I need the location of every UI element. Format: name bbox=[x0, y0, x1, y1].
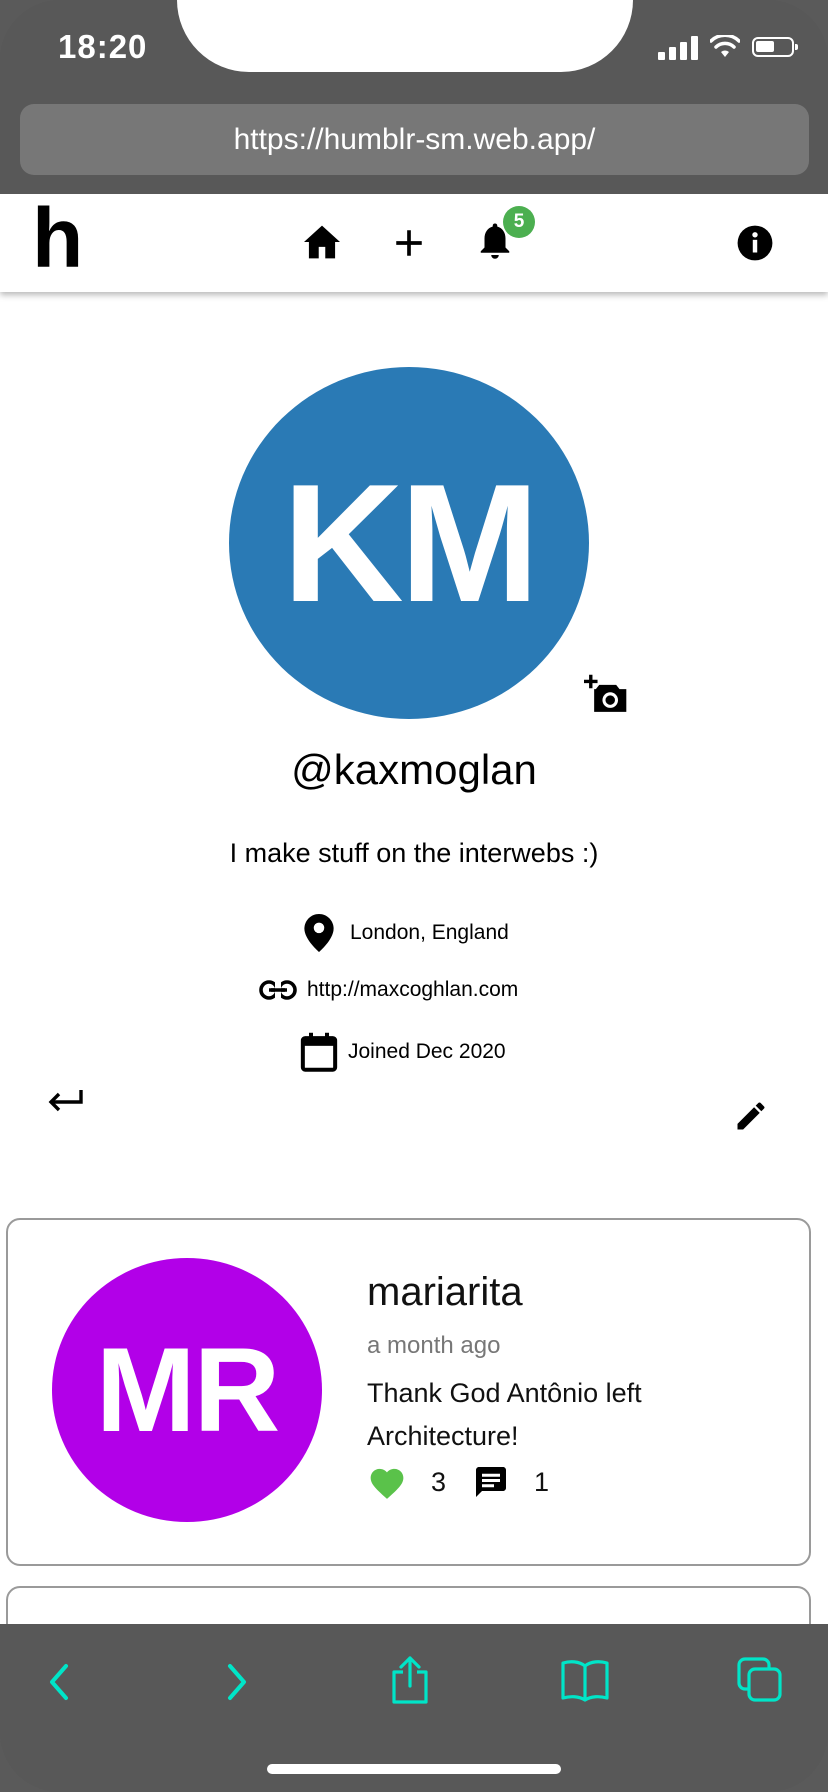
heart-icon[interactable] bbox=[367, 1464, 407, 1500]
calendar-icon bbox=[300, 1032, 338, 1072]
location-text: London, England bbox=[350, 921, 509, 944]
change-avatar-button[interactable] bbox=[584, 674, 628, 716]
status-icons bbox=[658, 34, 798, 60]
edit-profile-button[interactable] bbox=[733, 1098, 769, 1134]
app-navbar: h 5 bbox=[0, 194, 828, 292]
post-timestamp: a month ago bbox=[367, 1332, 501, 1359]
post-actions: 3 1 bbox=[367, 1464, 549, 1500]
profile-joined: Joined Dec 2020 bbox=[300, 1032, 506, 1072]
humblr-logo[interactable]: h bbox=[32, 196, 83, 280]
home-indicator bbox=[267, 1764, 561, 1774]
post-author-avatar[interactable]: MR bbox=[52, 1258, 322, 1522]
post-card[interactable]: MR mariarita a month ago Thank God Antôn… bbox=[6, 1218, 811, 1566]
post-card[interactable] bbox=[6, 1586, 811, 1624]
info-icon bbox=[737, 225, 773, 261]
profile-location: London, England bbox=[304, 914, 509, 952]
device-notch bbox=[177, 0, 633, 72]
profile-bio: I make stuff on the interwebs :) bbox=[229, 838, 599, 868]
logout-button[interactable] bbox=[46, 1086, 84, 1114]
joined-text: Joined Dec 2020 bbox=[348, 1040, 506, 1063]
location-pin-icon bbox=[304, 914, 334, 952]
bookmarks-icon[interactable] bbox=[560, 1658, 610, 1702]
new-post-button[interactable] bbox=[392, 226, 426, 260]
return-icon bbox=[48, 1090, 83, 1112]
share-icon[interactable] bbox=[388, 1654, 432, 1706]
comment-icon[interactable] bbox=[472, 1464, 510, 1500]
link-icon bbox=[259, 979, 297, 1001]
comment-count: 1 bbox=[534, 1466, 550, 1497]
profile-avatar: KM bbox=[229, 367, 589, 719]
battery-icon bbox=[752, 37, 798, 57]
address-bar[interactable]: https://humblr-sm.web.app/ bbox=[20, 104, 809, 175]
edit-pencil-icon bbox=[737, 1102, 765, 1130]
profile-website[interactable]: http://maxcoghlan.com bbox=[259, 978, 518, 1002]
plus-icon bbox=[396, 230, 422, 256]
profile-handle: @kaxmoglan bbox=[291, 746, 537, 793]
home-button[interactable] bbox=[302, 224, 342, 260]
url-text: https://humblr-sm.web.app/ bbox=[233, 122, 596, 156]
notification-count-badge: 5 bbox=[503, 206, 535, 238]
website-link[interactable]: http://maxcoghlan.com bbox=[307, 978, 518, 1002]
forward-arrow-icon[interactable] bbox=[222, 1660, 252, 1704]
tabs-icon[interactable] bbox=[736, 1656, 784, 1704]
web-page: h 5 KM @kaxmoglan I make stuff on the in… bbox=[0, 194, 828, 1624]
status-time: 18:20 bbox=[58, 28, 148, 65]
home-icon bbox=[304, 225, 340, 259]
info-button[interactable] bbox=[736, 224, 774, 262]
post-body-text: Thank God Antônio left Architecture! bbox=[367, 1378, 642, 1451]
back-arrow-icon[interactable] bbox=[44, 1660, 74, 1704]
like-count: 3 bbox=[431, 1466, 447, 1497]
cellular-signal-icon bbox=[658, 34, 698, 60]
phone-screen: 18:20 https://humblr-sm.web.app/ h 5 KM … bbox=[0, 0, 828, 1792]
wifi-icon bbox=[710, 35, 740, 57]
post-author-name[interactable]: mariarita bbox=[367, 1270, 523, 1315]
add-photo-icon bbox=[584, 674, 627, 712]
